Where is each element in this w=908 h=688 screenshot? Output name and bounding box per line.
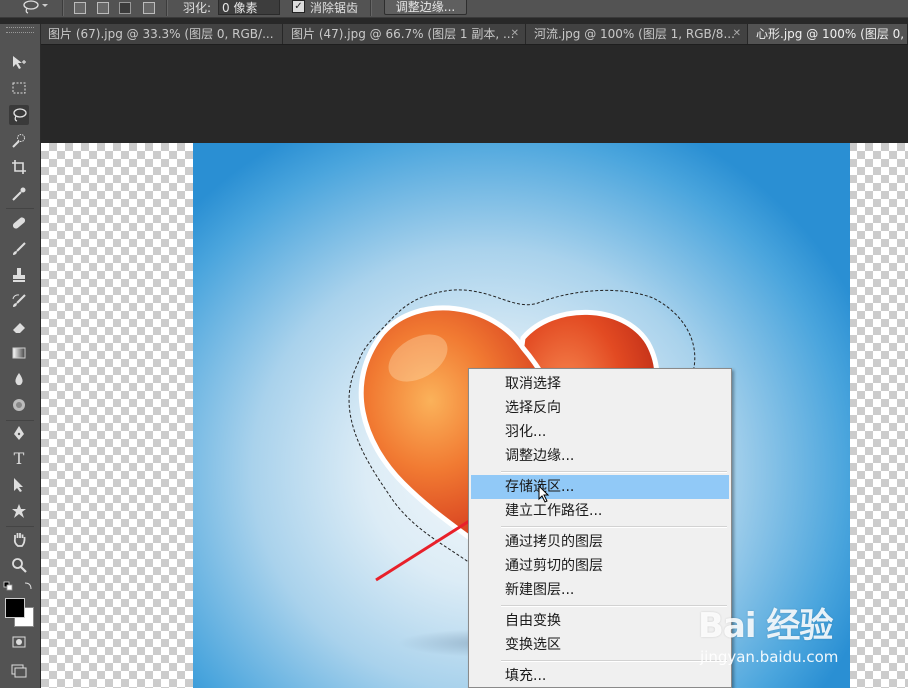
quick-select-icon[interactable]: [9, 131, 29, 151]
path-select-icon[interactable]: [9, 475, 29, 495]
menu-item-select-inverse[interactable]: 选择反向: [471, 396, 729, 420]
tab-document-2[interactable]: 图片 (47).jpg @ 66.7% (图层 1 副本, ... ✕: [283, 24, 526, 44]
quick-mask-icon[interactable]: [9, 632, 29, 652]
history-brush-icon[interactable]: [9, 291, 29, 311]
menu-item-layer-via-copy[interactable]: 通过拷贝的图层: [471, 530, 729, 554]
menu-item-feather[interactable]: 羽化...: [471, 420, 729, 444]
shape-icon[interactable]: [9, 501, 29, 521]
watermark-url: jingyan.baidu.com: [700, 648, 839, 666]
close-icon[interactable]: ✕: [511, 24, 519, 44]
brush-icon[interactable]: [9, 239, 29, 259]
crop-icon[interactable]: [9, 157, 29, 177]
menu-item-free-transform[interactable]: 自由变换: [471, 609, 729, 633]
menu-item-refine-edge[interactable]: 调整边缘...: [471, 444, 729, 468]
close-icon[interactable]: ✕: [733, 24, 741, 44]
baidu-watermark: Bai 经验 jingyan.baidu.com: [692, 590, 908, 670]
mouse-cursor-icon: [538, 484, 550, 507]
antialias-checkbox[interactable]: ✓: [292, 0, 305, 13]
intersect-selection-icon[interactable]: [143, 2, 155, 14]
document-tab-bar: 图片 (67).jpg @ 33.3% (图层 0, RGB/... 图片 (4…: [40, 24, 908, 45]
gradient-icon[interactable]: [9, 343, 29, 363]
tab-label: 河流.jpg @ 100% (图层 1, RGB/8...: [534, 27, 735, 41]
refine-edge-button[interactable]: 调整边缘...: [384, 0, 467, 15]
antialias-label: 消除锯齿: [310, 1, 359, 15]
tab-document-1[interactable]: 图片 (67).jpg @ 33.3% (图层 0, RGB/...: [40, 24, 283, 44]
tab-document-active[interactable]: 心形.jpg @ 100% (图层 0, ...: [748, 24, 908, 44]
tab-label: 心形.jpg @ 100% (图层 0, ...: [756, 27, 908, 41]
clone-stamp-icon[interactable]: [9, 265, 29, 285]
tools-panel: T: [0, 24, 41, 688]
menu-item-make-work-path[interactable]: 建立工作路径...: [471, 499, 729, 523]
menu-item-fill[interactable]: 填充...: [471, 664, 729, 688]
eyedropper-icon[interactable]: [9, 184, 29, 204]
subtract-selection-icon[interactable]: [119, 2, 131, 14]
lasso-icon[interactable]: [9, 105, 29, 125]
panel-grip-icon[interactable]: [6, 27, 34, 33]
healing-brush-icon[interactable]: [9, 213, 29, 233]
feather-label: 羽化:: [183, 1, 212, 15]
menu-item-layer-via-cut[interactable]: 通过剪切的图层: [471, 554, 729, 578]
tab-label: 图片 (47).jpg @ 66.7% (图层 1 副本, ...: [291, 27, 515, 41]
menu-item-deselect[interactable]: 取消选择: [471, 372, 729, 396]
move-tool-icon[interactable]: [9, 52, 29, 72]
foreground-color-swatch[interactable]: [5, 598, 25, 618]
screen-mode-icon[interactable]: [9, 660, 29, 680]
tab-label: 图片 (67).jpg @ 33.3% (图层 0, RGB/...: [48, 27, 274, 41]
type-icon[interactable]: T: [9, 449, 29, 469]
pen-icon[interactable]: [9, 423, 29, 443]
menu-item-new-layer[interactable]: 新建图层...: [471, 578, 729, 602]
menu-item-transform-selection[interactable]: 变换选区: [471, 633, 729, 657]
menu-item-save-selection[interactable]: 存储选区...: [471, 475, 729, 499]
add-to-selection-icon[interactable]: [97, 2, 109, 14]
dodge-icon[interactable]: [9, 395, 29, 415]
eraser-icon[interactable]: [9, 317, 29, 337]
tab-document-3[interactable]: 河流.jpg @ 100% (图层 1, RGB/8... ✕: [526, 24, 748, 44]
color-swatches-icon[interactable]: [3, 579, 37, 627]
new-selection-icon[interactable]: [74, 2, 86, 14]
feather-input[interactable]: 0 像素: [218, 0, 280, 15]
watermark-logo: Bai 经验: [698, 606, 833, 646]
blur-icon[interactable]: [9, 369, 29, 389]
options-bar: 羽化: 0 像素 ✓ 消除锯齿 调整边缘...: [0, 0, 908, 18]
hand-icon[interactable]: [9, 529, 29, 549]
rect-marquee-icon[interactable]: [9, 78, 29, 98]
lasso-preset-icon[interactable]: [22, 0, 48, 17]
zoom-icon[interactable]: [9, 555, 29, 575]
